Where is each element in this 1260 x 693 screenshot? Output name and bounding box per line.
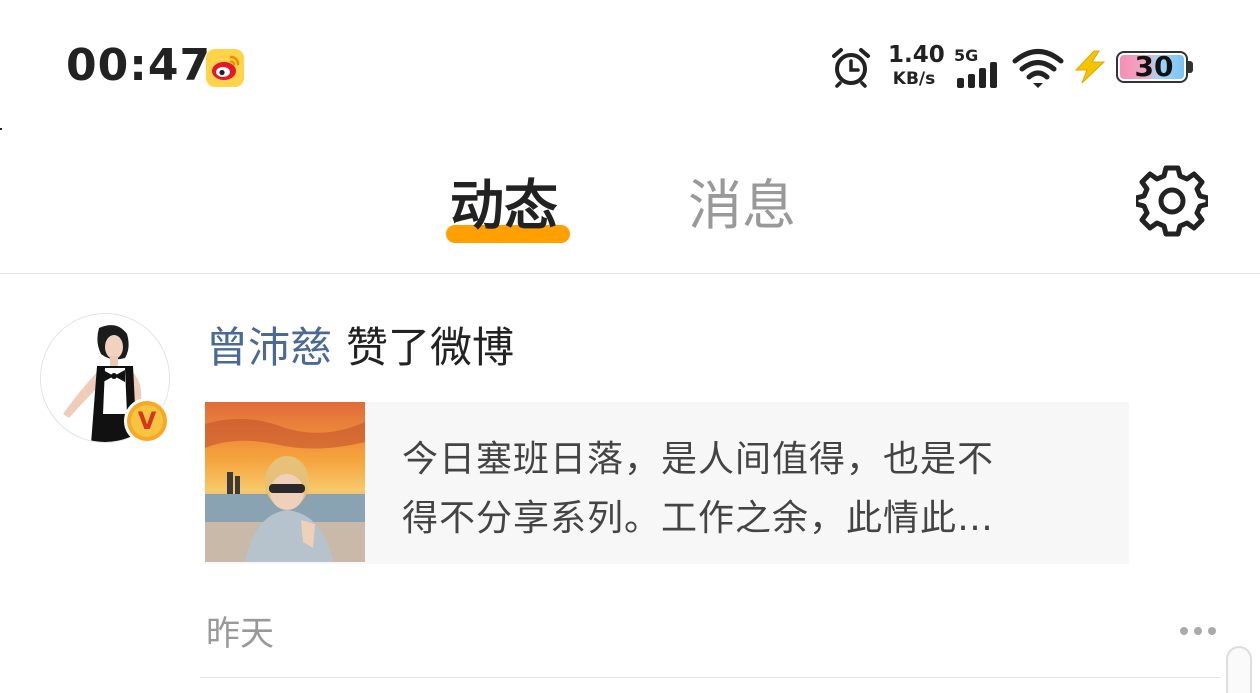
post-timestamp: 昨天 xyxy=(206,614,274,654)
weibo-icon xyxy=(206,49,244,87)
tab-messages-label: 消息 xyxy=(688,174,796,237)
alarm-clock-icon xyxy=(830,46,872,92)
tab-messages[interactable]: 消息 xyxy=(688,174,796,238)
gear-icon[interactable] xyxy=(1133,164,1211,242)
user-name-link[interactable]: 曾沛慈 xyxy=(206,323,332,372)
network-speed-unit: KB/s xyxy=(892,69,936,89)
cellular-signal-icon xyxy=(956,62,1002,92)
charging-bolt-icon xyxy=(1070,50,1110,88)
tab-dynamic-label: 动态 xyxy=(450,174,558,237)
edge-mark xyxy=(0,128,2,130)
post-thumbnail xyxy=(205,402,365,562)
post-excerpt-line: 得不分享系列。工作之余，此情此… xyxy=(402,498,995,539)
header-divider xyxy=(0,273,1260,274)
verified-badge: V xyxy=(124,398,170,444)
feed-action-line: 曾沛慈 赞了微博 xyxy=(206,320,514,376)
liked-post-card[interactable]: 今日塞班日落，是人间值得，也是不 得不分享系列。工作之余，此情此… xyxy=(205,402,1129,564)
battery-body: 30 xyxy=(1116,51,1188,83)
verified-v-icon: V xyxy=(137,407,157,435)
battery-icon: 30 xyxy=(1116,51,1193,83)
action-text: 赞了微博 xyxy=(346,323,515,372)
scroll-handle[interactable] xyxy=(1226,646,1252,693)
network-speed-value: 1.40 xyxy=(888,42,945,68)
battery-level: 30 xyxy=(1134,51,1174,83)
post-excerpt-line: 今日塞班日落，是人间值得，也是不 xyxy=(402,439,995,480)
network-speed: 1.40 KB/s xyxy=(888,42,945,89)
feed-item-divider xyxy=(200,677,1220,678)
header-tabs: 动态 消息 xyxy=(0,140,1260,273)
tab-dynamic[interactable]: 动态 xyxy=(450,174,558,238)
status-bar: 00:47 1.40 KB/s 5G 30 xyxy=(0,0,1260,135)
post-excerpt: 今日塞班日落，是人间值得，也是不 得不分享系列。工作之余，此情此… xyxy=(402,430,1102,548)
more-icon[interactable] xyxy=(1178,622,1218,641)
wifi-icon xyxy=(1012,48,1064,92)
status-time: 00:47 xyxy=(66,40,212,91)
battery-cap xyxy=(1188,61,1193,73)
